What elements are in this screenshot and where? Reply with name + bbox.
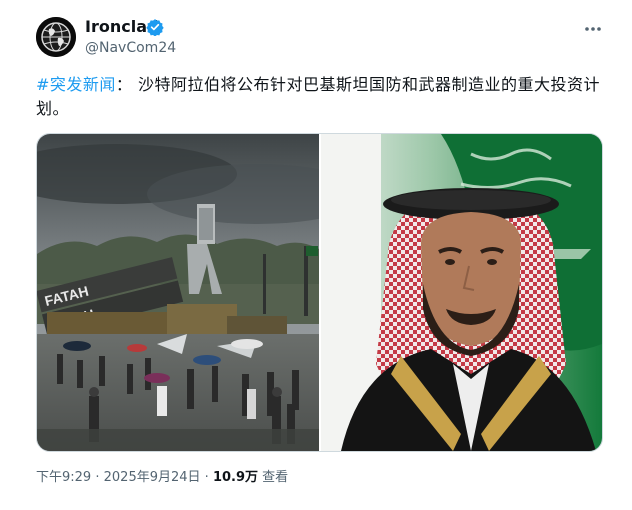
- more-icon: [585, 27, 601, 31]
- media-image-right[interactable]: [321, 134, 602, 451]
- military-parade-photo: FATAH FATAH: [37, 134, 319, 451]
- views-label[interactable]: 查看: [262, 470, 288, 485]
- tweet-text: #突发新闻： 沙特阿拉伯将公布针对巴基斯坦国防和武器制造业的重大投资计划。: [36, 73, 608, 121]
- hashtag-link[interactable]: #突发新闻: [36, 75, 116, 94]
- author-handle[interactable]: @NavCom24: [85, 38, 176, 58]
- tweet-card: Ironclad @NavCom24 #突发新闻： 沙特阿拉伯将公布针对巴基斯坦…: [0, 0, 632, 510]
- meta-separator-2: ·: [204, 470, 209, 485]
- tweet-date[interactable]: 2025年9月24日: [104, 470, 201, 485]
- tweet-meta: 下午9:29 · 2025年9月24日 · 10.9万 查看: [36, 468, 288, 488]
- tweet-body: ： 沙特阿拉伯将公布针对巴基斯坦国防和武器制造业的重大投资计划。: [36, 75, 601, 118]
- media-image-left[interactable]: FATAH FATAH: [37, 134, 319, 451]
- views-count: 10.9万: [212, 470, 259, 485]
- meta-separator: ·: [95, 470, 100, 485]
- portrait-photo: [321, 134, 602, 451]
- media-grid: FATAH FATAH: [36, 133, 603, 452]
- globe-icon: [36, 17, 76, 57]
- avatar[interactable]: [36, 17, 76, 57]
- more-options-button[interactable]: [582, 20, 604, 38]
- tweet-time[interactable]: 下午9:29: [36, 470, 91, 485]
- verified-badge-icon: [146, 19, 164, 36]
